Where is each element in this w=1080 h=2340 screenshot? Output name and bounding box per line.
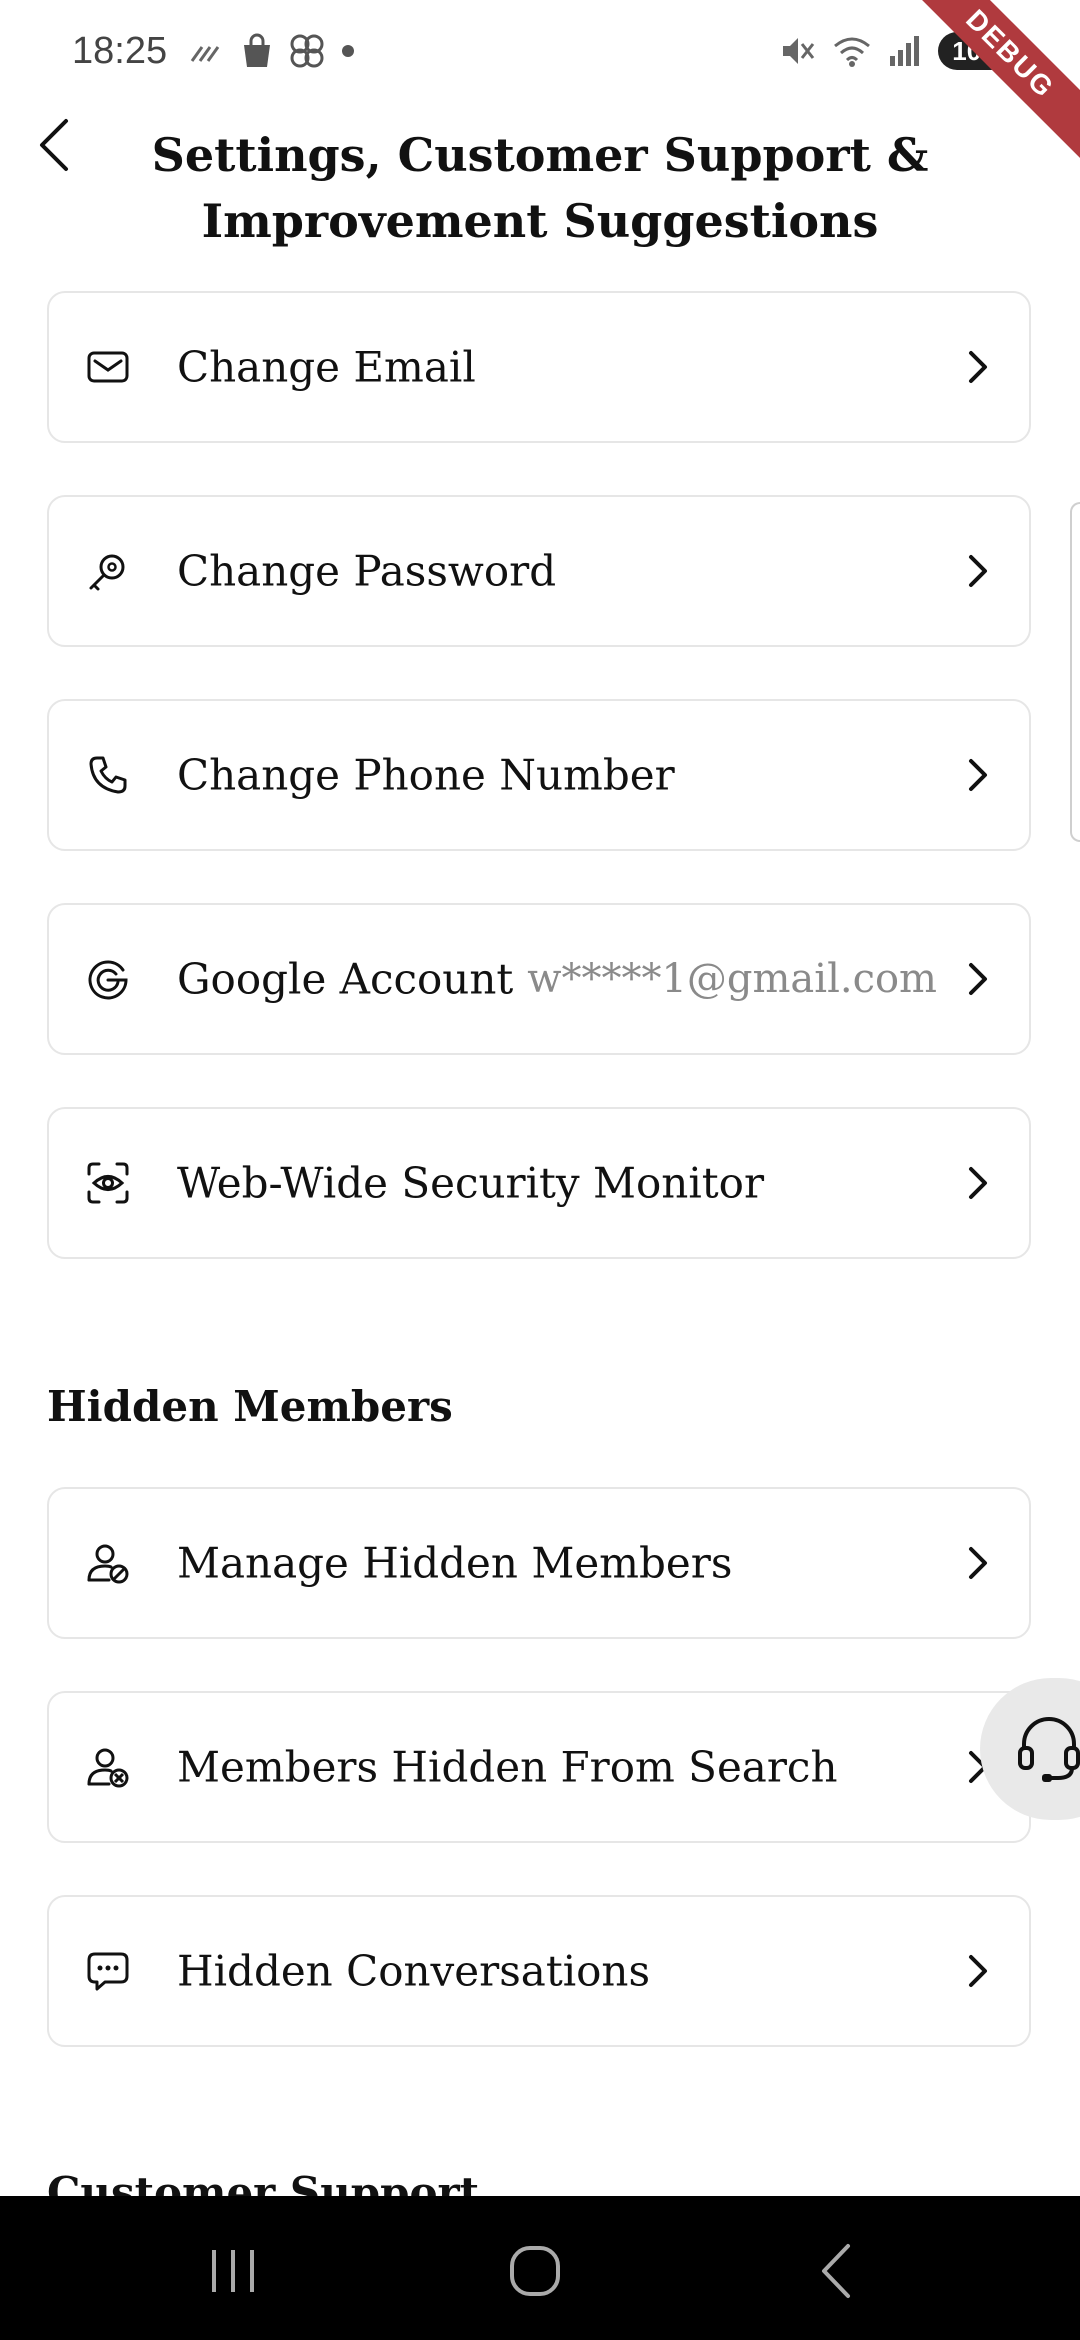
user-x-icon [87,1748,129,1788]
hidden-members-header: Hidden Members [47,1382,453,1431]
google-icon [88,960,128,1000]
page-title: Settings, Customer Support & Improvement… [151,128,929,248]
recent-apps-icon[interactable] [198,2236,268,2306]
change-password-item[interactable]: Change Password [47,495,1031,647]
scroll-indicator[interactable] [1070,502,1080,842]
status-bar: 18:25 100 DEBUG [0,0,1080,163]
signal-slash-icon [190,46,220,62]
mail-icon [87,351,129,383]
manage-hidden-members-item[interactable]: Manage Hidden Members [47,1487,1031,1639]
members-hidden-from-search-item[interactable]: Members Hidden From Search [47,1691,1031,1843]
google-account-item[interactable]: Google Account w*****1@gmail.com [47,903,1031,1055]
back-arrow-icon [40,119,68,171]
chevron-right-icon [969,1955,987,1987]
change-email-item[interactable]: Change Email [47,291,1031,443]
eye-scan-icon [87,1162,129,1204]
system-navigation-bar [0,2196,1080,2340]
item-label: Change Phone Number [177,750,675,800]
key-icon [89,554,125,591]
item-label: Members Hidden From Search [177,1742,838,1792]
home-icon[interactable] [500,2236,570,2306]
back-nav-icon[interactable] [802,2236,872,2306]
item-label: Google Account [177,954,514,1004]
back-button[interactable] [24,110,84,180]
item-label: Change Email [177,342,476,392]
item-label: Change Password [177,546,557,596]
item-label: Hidden Conversations [177,1946,651,1996]
shopping-bag-icon [244,33,270,67]
status-left-icons [190,32,356,70]
phone-icon [89,756,127,794]
status-time: 18:25 [72,30,168,72]
cell-signal-icon [890,36,919,66]
chat-bubble-icon [87,1952,129,1991]
pinwheel-icon [290,34,324,68]
chevron-right-icon [969,351,987,383]
chevron-right-icon [969,555,987,587]
chevron-right-icon [969,1547,987,1579]
chevron-right-icon [969,759,987,791]
chevron-right-icon [969,963,987,995]
mute-icon [783,38,815,64]
dot-icon [342,45,354,57]
google-account-email: w*****1@gmail.com [527,956,937,1002]
change-phone-number-item[interactable]: Change Phone Number [47,699,1031,851]
wifi-icon [834,37,870,67]
headset-icon [1018,1717,1080,1782]
web-wide-security-monitor-item[interactable]: Web-Wide Security Monitor [47,1107,1031,1259]
chevron-right-icon [969,1167,987,1199]
item-label: Web-Wide Security Monitor [177,1158,765,1208]
hidden-conversations-item[interactable]: Hidden Conversations [47,1895,1031,2047]
user-block-icon [87,1544,129,1584]
item-label: Manage Hidden Members [177,1538,733,1588]
